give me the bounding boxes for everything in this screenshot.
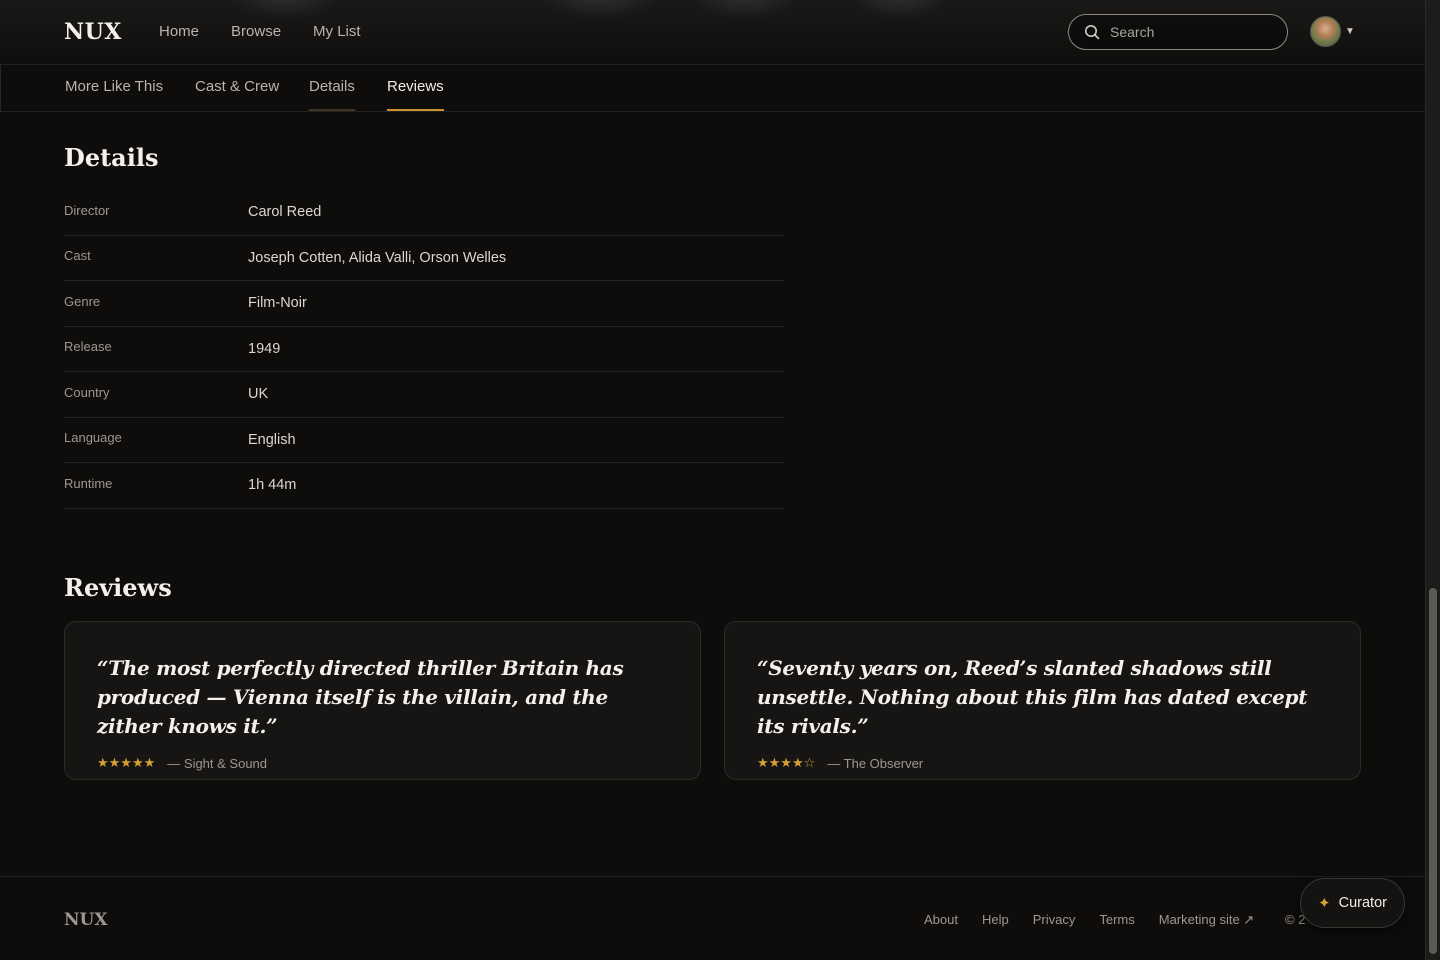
- footer-link-terms[interactable]: Terms: [1099, 912, 1134, 928]
- search-placeholder: Search: [1110, 24, 1155, 40]
- detail-label: Runtime: [64, 475, 113, 491]
- detail-row: Country UK: [64, 372, 784, 418]
- nav-home[interactable]: Home: [159, 23, 199, 40]
- detail-row: Genre Film-Noir: [64, 281, 784, 327]
- profile-menu[interactable]: ▼: [1310, 16, 1355, 47]
- review-card: “The most perfectly directed thriller Br…: [64, 621, 701, 780]
- detail-value: 1949: [248, 340, 281, 357]
- review-card: “Seventy years on, Reed’s slanted shadow…: [724, 621, 1361, 780]
- tab-reviews[interactable]: Reviews: [387, 78, 444, 111]
- details-heading: Details: [64, 143, 159, 172]
- review-quote: “Seventy years on, Reed’s slanted shadow…: [757, 656, 1308, 738]
- detail-value: Carol Reed: [248, 204, 322, 221]
- detail-label: Cast: [64, 248, 91, 264]
- footer-link-about[interactable]: About: [924, 912, 958, 928]
- backdrop-glow: [850, 0, 950, 20]
- site-logo[interactable]: NUX: [64, 19, 122, 45]
- star-rating: ★★★★☆: [757, 755, 816, 770]
- nav-browse[interactable]: Browse: [231, 23, 281, 40]
- footer-links: About Help Privacy Terms Marketing site …: [924, 912, 1254, 928]
- star-rating: ★★★★★: [97, 755, 156, 770]
- main-nav: Home Browse My List: [159, 23, 361, 40]
- footer-link-help[interactable]: Help: [982, 912, 1009, 928]
- detail-label: Genre: [64, 293, 101, 309]
- details-table: Director Carol Reed Cast Joseph Cotten, …: [64, 190, 784, 509]
- detail-value: 1h 44m: [248, 477, 297, 494]
- tab-details[interactable]: Details: [309, 78, 355, 111]
- detail-label: Director: [64, 202, 110, 218]
- detail-value: Joseph Cotten, Alida Valli, Orson Welles: [248, 249, 507, 266]
- footer-link-marketing-site[interactable]: Marketing site ↗: [1159, 912, 1254, 928]
- scrollbar-thumb[interactable]: [1429, 588, 1437, 954]
- review-source: — Sight & Sound: [167, 755, 268, 771]
- backdrop-glow: [230, 0, 340, 20]
- footer-logo[interactable]: NUX: [64, 910, 108, 930]
- detail-label: Language: [64, 430, 122, 446]
- search-icon: [1085, 25, 1100, 40]
- footer-link-privacy[interactable]: Privacy: [1033, 912, 1076, 928]
- backdrop-glow: [690, 0, 800, 20]
- sparkle-icon: ✦: [1318, 895, 1331, 912]
- avatar[interactable]: [1310, 16, 1341, 47]
- chevron-down-icon[interactable]: ▼: [1345, 26, 1355, 37]
- detail-row: Language English: [64, 418, 784, 463]
- backdrop-glow: [540, 0, 660, 20]
- review-quote: “The most perfectly directed thriller Br…: [97, 656, 624, 738]
- nav-my-list[interactable]: My List: [313, 23, 361, 40]
- site-footer: NUX About Help Privacy Terms Marketing s…: [0, 876, 1425, 960]
- reviews-heading: Reviews: [64, 573, 172, 602]
- tab-cast-crew[interactable]: Cast & Crew: [195, 78, 279, 109]
- top-navigation-bar: NUX Home Browse My List Search ▼: [0, 0, 1425, 65]
- detail-row: Director Carol Reed: [64, 190, 784, 236]
- detail-value: UK: [248, 386, 269, 403]
- detail-row: Release 1949: [64, 327, 784, 372]
- review-meta: ★★★★☆ — The Observer: [757, 755, 1328, 771]
- detail-label: Release: [64, 339, 112, 355]
- review-source: — The Observer: [827, 755, 924, 771]
- title-tabs: More Like This Cast & Crew Details Revie…: [0, 65, 1425, 112]
- detail-row: Cast Joseph Cotten, Alida Valli, Orson W…: [64, 236, 784, 281]
- review-meta: ★★★★★ — Sight & Sound: [97, 755, 668, 771]
- detail-value: English: [248, 431, 296, 448]
- curator-button[interactable]: ✦ Curator: [1300, 878, 1405, 928]
- search-input[interactable]: Search: [1068, 14, 1288, 50]
- detail-label: Country: [64, 384, 110, 400]
- curator-label: Curator: [1338, 895, 1387, 911]
- detail-value: Film-Noir: [248, 295, 307, 312]
- detail-row: Runtime 1h 44m: [64, 463, 784, 509]
- tab-more-like-this[interactable]: More Like This: [65, 78, 163, 109]
